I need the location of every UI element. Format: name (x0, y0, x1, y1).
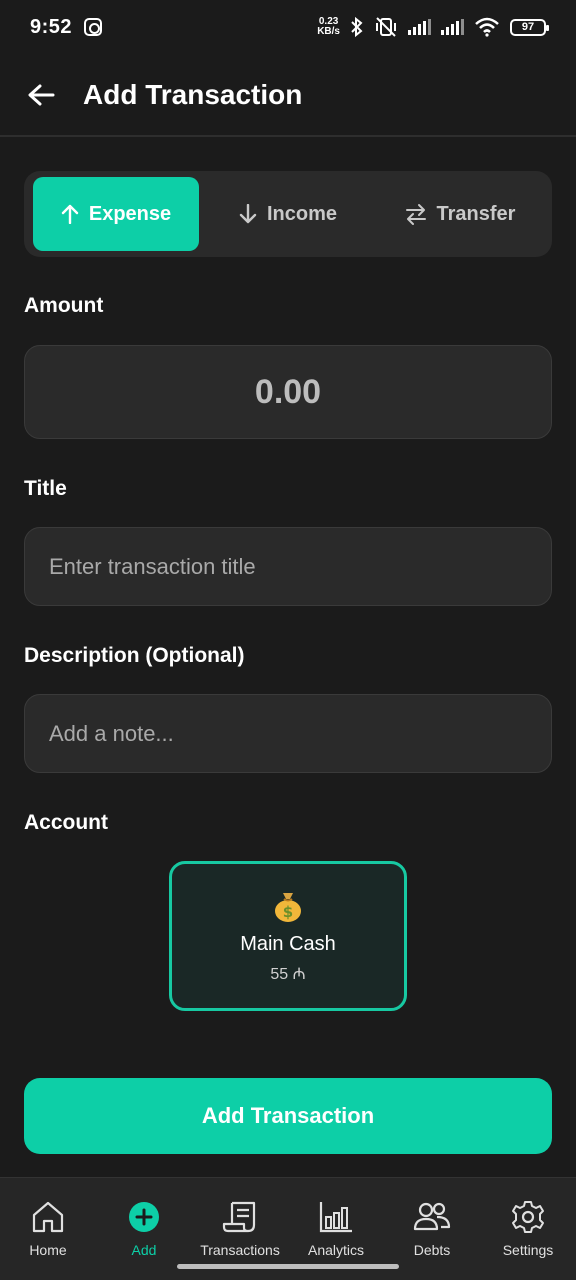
nav-debts-label: Debts (413, 1242, 451, 1258)
add-transaction-button-label: Add Transaction (201, 1103, 375, 1128)
description-input[interactable] (25, 720, 551, 747)
tab-expense-label: Expense (88, 202, 172, 225)
tab-transfer[interactable]: Transfer (377, 177, 543, 251)
home-icon (32, 1201, 64, 1233)
battery-level: 97 (521, 21, 535, 33)
title-field-box (24, 527, 552, 606)
nav-home[interactable]: Home (0, 1178, 96, 1280)
app-bar: Add Transaction (0, 54, 576, 137)
status-bar: 9:52 0.23 KB/s 97 (0, 0, 576, 54)
tab-income-label: Income (266, 202, 338, 225)
bar-chart-icon (319, 1202, 352, 1233)
signal-icon-2 (441, 19, 464, 35)
instagram-icon (84, 18, 103, 36)
description-field-box (24, 694, 552, 773)
money-bag-icon: $ (275, 892, 301, 922)
account-balance: 55 ₼ (270, 965, 306, 983)
battery-icon: 97 (510, 18, 549, 36)
amount-label: Amount (24, 294, 104, 317)
arrow-left-icon (28, 84, 55, 105)
gear-icon (512, 1201, 544, 1233)
bluetooth-icon (351, 16, 363, 38)
tab-transfer-label: Transfer (436, 202, 516, 225)
title-label: Title (24, 477, 67, 500)
amount-input[interactable] (25, 372, 551, 412)
gesture-bar[interactable] (177, 1264, 399, 1269)
arrow-down-icon (239, 204, 257, 224)
nav-settings-label: Settings (502, 1242, 554, 1258)
tab-expense[interactable]: Expense (33, 177, 199, 251)
network-speed-unit: KB/s (317, 26, 340, 37)
nav-analytics-label: Analytics (307, 1242, 365, 1258)
add-transaction-button[interactable]: Add Transaction (24, 1078, 552, 1154)
swap-arrows-icon (405, 204, 426, 225)
add-circle-icon (129, 1202, 159, 1232)
wifi-icon (475, 17, 499, 37)
tab-income[interactable]: Income (199, 177, 377, 251)
description-label: Description (Optional) (24, 644, 245, 667)
signal-icon-1 (408, 19, 431, 35)
nav-home-label: Home (29, 1242, 67, 1258)
nav-add-label: Add (131, 1242, 157, 1258)
people-icon (413, 1202, 451, 1231)
account-name: Main Cash (240, 932, 336, 955)
account-label: Account (24, 811, 108, 834)
nav-settings[interactable]: Settings (480, 1178, 576, 1280)
back-button[interactable] (26, 80, 56, 110)
amount-field-box (24, 345, 552, 439)
status-time: 9:52 (30, 15, 73, 38)
vibrate-off-icon (376, 17, 396, 37)
arrow-up-icon (61, 204, 79, 224)
page-title: Add Transaction (83, 78, 303, 110)
receipt-icon (222, 1201, 256, 1233)
transaction-type-selector: Expense Income Transfer (24, 171, 552, 257)
svg-text:$: $ (283, 903, 293, 921)
account-card-main-cash[interactable]: $ Main Cash 55 ₼ (169, 861, 407, 1011)
nav-transactions-label: Transactions (200, 1242, 280, 1258)
title-input[interactable] (25, 553, 551, 580)
network-speed: 0.23 KB/s (317, 17, 340, 37)
